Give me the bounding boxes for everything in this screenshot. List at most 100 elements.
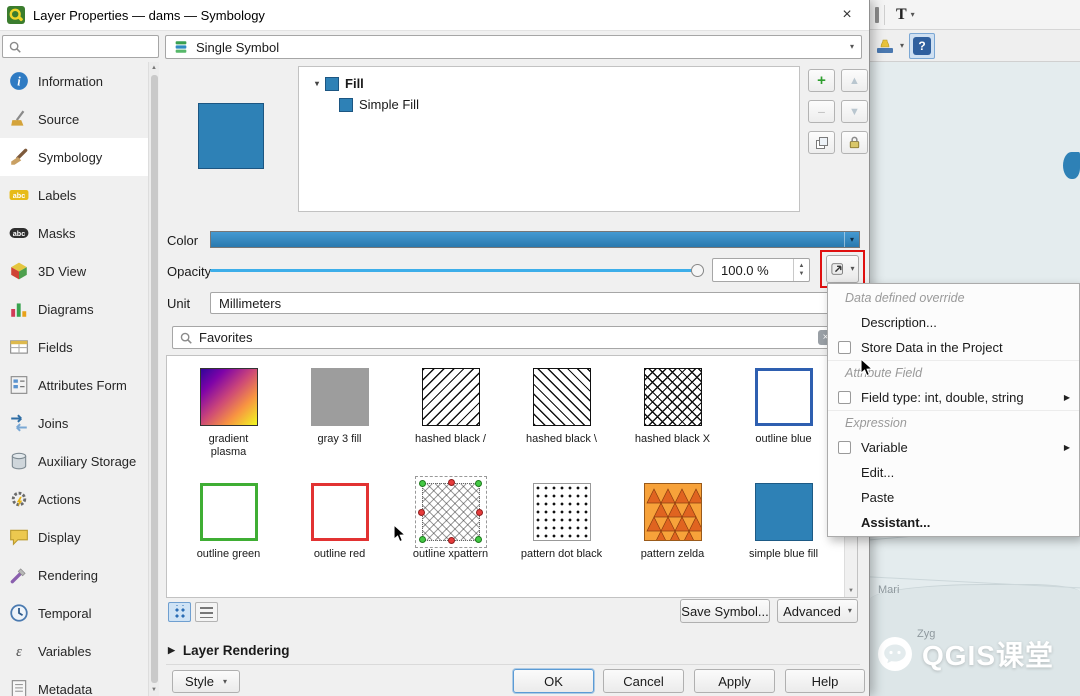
advanced-button[interactable]: Advanced ▾ (777, 599, 858, 623)
scroll-down-icon[interactable]: ▼ (848, 585, 854, 597)
sidebar-item-metadata[interactable]: Metadata (0, 670, 148, 696)
sidebar-item-information[interactable]: i Information (0, 62, 148, 100)
tree-item-simple-fill[interactable]: Simple Fill (299, 94, 799, 115)
add-symbol-layer-button[interactable]: + (808, 69, 835, 92)
view-mode-buttons (168, 602, 218, 622)
checkbox[interactable] (838, 441, 851, 454)
symbol-label: outline red (313, 548, 366, 561)
sidebar-item-source[interactable]: Source (0, 100, 148, 138)
checkbox[interactable] (838, 341, 851, 354)
sidebar-item-label: Labels (38, 187, 77, 203)
menu-item-variable[interactable]: Variable ▶ (828, 435, 1079, 460)
renderer-combo[interactable]: Single Symbol ▾ (165, 35, 862, 59)
spin-down-icon[interactable]: ▼ (799, 271, 805, 277)
close-button[interactable]: × (832, 3, 862, 28)
chevron-down-icon[interactable]: ▾ (844, 232, 859, 247)
icon-view-button[interactable] (168, 602, 191, 622)
symbol-item-outline-red[interactable]: outline red (284, 483, 395, 561)
sidebar-item-label: Information (38, 73, 104, 89)
menu-item-description[interactable]: Description... (828, 310, 1079, 335)
symbol-item-gray-3-fill[interactable]: gray 3 fill (284, 368, 395, 459)
sidebar-item-attributes-form[interactable]: Attributes Form (0, 366, 148, 404)
grid-view-icon (172, 605, 187, 619)
text-annotation-button[interactable]: T ▾ (890, 4, 921, 26)
symbol-search-value: Favorites (199, 330, 253, 345)
save-symbol-button[interactable]: Save Symbol... (680, 599, 770, 623)
sidebar-item-joins[interactable]: Joins (0, 404, 148, 442)
sidebar-item-3d-view[interactable]: 3D View (0, 252, 148, 290)
sidebar-item-diagrams[interactable]: Diagrams (0, 290, 148, 328)
sidebar-item-fields[interactable]: Fields (0, 328, 148, 366)
ok-button[interactable]: OK (513, 669, 594, 693)
duplicate-symbol-layer-button[interactable] (808, 131, 835, 154)
symbol-item-outline-xpattern[interactable]: outline xpattern (395, 476, 506, 561)
unit-combo[interactable]: Millimeters ▾ (210, 292, 860, 314)
save-symbol-label: Save Symbol... (681, 603, 769, 619)
sidebar-scrollbar[interactable]: ▲ ▼ (148, 62, 159, 696)
apply-button[interactable]: Apply (694, 669, 775, 693)
scroll-down-icon[interactable]: ▼ (151, 684, 157, 696)
sidebar-item-temporal[interactable]: Temporal (0, 594, 148, 632)
layer-rendering-label: Layer Rendering (182, 643, 290, 658)
help-button[interactable]: Help (785, 669, 865, 693)
symbol-item-hashed-black-fwd[interactable]: hashed black / (395, 368, 506, 459)
scrollbar-thumb[interactable] (150, 75, 158, 683)
background-toolbar-top: T ▾ (870, 0, 1080, 30)
chevron-down-icon: ▾ (849, 42, 854, 51)
symbol-item-hashed-black-back[interactable]: hashed black \ (506, 368, 617, 459)
sidebar-item-rendering[interactable]: Rendering (0, 556, 148, 594)
opacity-slider[interactable] (210, 262, 704, 279)
sidebar-item-actions[interactable]: Actions (0, 480, 148, 518)
color-button[interactable]: ▾ (210, 231, 860, 248)
sidebar-item-display[interactable]: Display (0, 518, 148, 556)
checkbox[interactable] (838, 391, 851, 404)
slider-handle[interactable] (691, 264, 704, 277)
symbol-item-outline-blue[interactable]: outline blue (728, 368, 839, 459)
labels-icon: abc (9, 185, 29, 205)
info-icon: i (9, 71, 29, 91)
sidebar-item-symbology[interactable]: Symbology (0, 138, 148, 176)
tree-expander-icon[interactable]: ▾ (315, 79, 319, 88)
scroll-up-icon[interactable]: ▲ (151, 62, 157, 74)
data-defined-override-button[interactable]: ▾ (826, 255, 859, 283)
svg-text:i: i (17, 75, 21, 89)
collapsed-arrow-icon[interactable]: ▶ (168, 645, 175, 656)
symbol-item-outline-green[interactable]: outline green (173, 483, 284, 561)
menu-item-assistant[interactable]: Assistant... (828, 510, 1079, 535)
help-tool-button[interactable]: ? (909, 32, 936, 59)
menu-item-store-data-in-project[interactable]: Store Data in the Project (828, 335, 1079, 360)
menu-item-field-type[interactable]: Field type: int, double, string ▶ (828, 385, 1079, 410)
tree-item-fill[interactable]: ▾ Fill (299, 73, 799, 94)
move-down-button[interactable]: ▼ (841, 100, 868, 123)
move-up-button[interactable]: ▲ (841, 69, 868, 92)
sidebar-item-masks[interactable]: abc Masks (0, 214, 148, 252)
map-place-label: Mari (878, 584, 900, 596)
menu-item-paste[interactable]: Paste (828, 485, 1079, 510)
variables-icon: ε (9, 641, 29, 661)
spin-up-icon[interactable]: ▲ (799, 263, 805, 269)
layer-rendering-group[interactable]: ▶ Layer Rendering (168, 643, 289, 658)
symbol-item-gradient-plasma[interactable]: gradient plasma (173, 368, 284, 459)
list-view-button[interactable] (195, 602, 218, 622)
remove-symbol-layer-button[interactable]: − (808, 100, 835, 123)
sidebar-item-label: Metadata (38, 681, 93, 696)
symbol-item-pattern-dot-black[interactable]: pattern dot black (506, 483, 617, 561)
sidebar-item-labels[interactable]: abc Labels (0, 176, 148, 214)
svg-text:abc: abc (13, 191, 25, 200)
menu-item-edit[interactable]: Edit... (828, 460, 1079, 485)
mouse-cursor (860, 358, 873, 377)
symbol-item-pattern-zelda[interactable]: pattern zelda (617, 483, 728, 561)
style-menu-button[interactable]: Style ▾ (172, 670, 240, 693)
lock-color-button[interactable] (841, 131, 868, 154)
symbol-item-hashed-black-x[interactable]: hashed black X (617, 368, 728, 459)
properties-search-input[interactable] (27, 39, 153, 54)
style-tool-icon[interactable] (875, 36, 895, 56)
symbol-grid: gradient plasma gray 3 fill hashed black… (173, 368, 839, 562)
sidebar-item-auxiliary-storage[interactable]: Auxiliary Storage (0, 442, 148, 480)
sidebar-item-label: Source (38, 111, 80, 127)
cancel-button[interactable]: Cancel (603, 669, 684, 693)
sidebar-item-variables[interactable]: ε Variables (0, 632, 148, 670)
opacity-spinbox[interactable]: 100.0 % ▲ ▼ (712, 258, 810, 282)
symbol-item-simple-blue-fill[interactable]: simple blue fill (728, 483, 839, 561)
symbol-search-box[interactable]: Favorites × ▾ (172, 326, 850, 349)
